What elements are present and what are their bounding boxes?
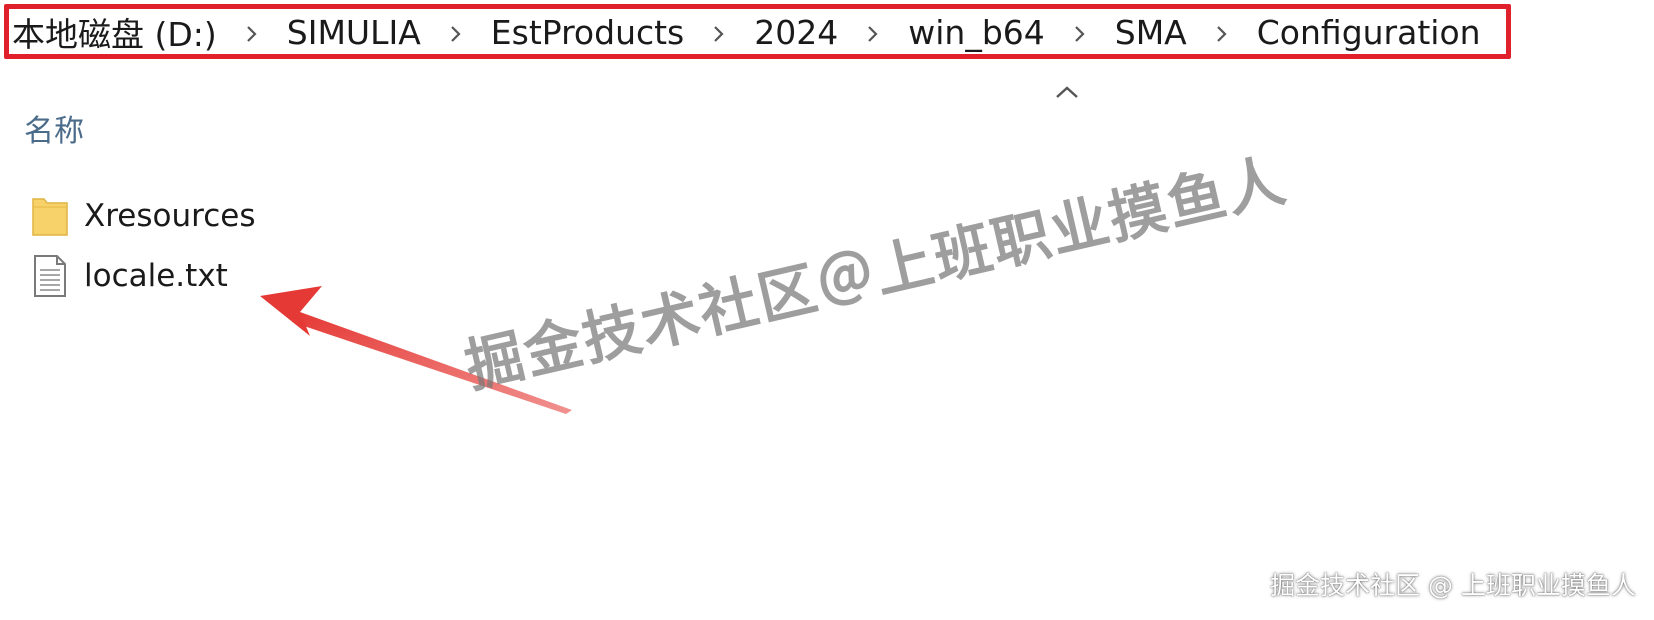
breadcrumb: 本地磁盘 (D:) SIMULIA EstProducts 2024 win_b… [12, 8, 1481, 56]
chevron-right-icon[interactable] [217, 21, 287, 46]
list-item-file[interactable]: locale.txt [30, 246, 930, 306]
address-bar[interactable]: 本地磁盘 (D:) SIMULIA EstProducts 2024 win_b… [0, 0, 1654, 66]
breadcrumb-item-drive[interactable]: 本地磁盘 (D:) [12, 8, 217, 56]
breadcrumb-item-simulia[interactable]: SIMULIA [287, 13, 421, 52]
text-file-icon [30, 253, 70, 299]
breadcrumb-item-configuration[interactable]: Configuration [1257, 13, 1481, 52]
watermark-corner: 掘金技术社区 @ 上班职业摸鱼人 [1270, 571, 1636, 600]
file-name: Xresources [84, 198, 256, 234]
chevron-right-icon[interactable] [1045, 21, 1115, 46]
list-item-folder[interactable]: Xresources [30, 186, 930, 246]
file-name: locale.txt [84, 258, 228, 294]
breadcrumb-item-estproducts[interactable]: EstProducts [491, 13, 684, 52]
chevron-up-icon[interactable] [1054, 84, 1080, 100]
arrow-annotation-icon [260, 286, 572, 414]
breadcrumb-item-2024[interactable]: 2024 [754, 13, 838, 52]
chevron-right-icon[interactable] [838, 21, 908, 46]
breadcrumb-item-win-b64[interactable]: win_b64 [908, 13, 1045, 52]
chevron-right-icon[interactable] [1187, 21, 1257, 46]
chevron-right-icon[interactable] [684, 21, 754, 46]
file-list: Xresources locale.txt [30, 186, 930, 306]
chevron-right-icon[interactable] [421, 21, 491, 46]
folder-icon [30, 193, 70, 239]
column-header-name[interactable]: 名称 [24, 106, 84, 150]
breadcrumb-item-sma[interactable]: SMA [1115, 13, 1187, 52]
